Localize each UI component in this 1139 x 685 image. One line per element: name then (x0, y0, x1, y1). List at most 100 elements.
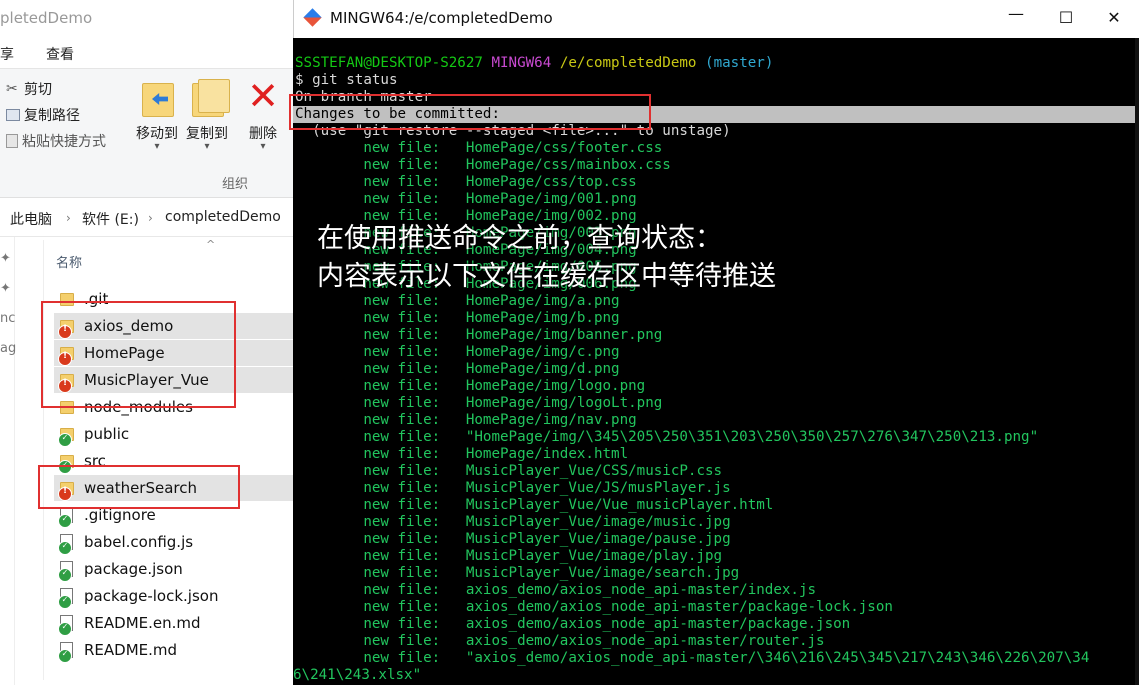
nav-fragment[interactable]: nc (0, 311, 15, 326)
new-file-label: new file: (363, 157, 441, 173)
staged-file-path: "axios_demo/axios_node_api-master/\346\2… (465, 650, 1090, 666)
staged-file-line: new file: HomePage/img/nav.png (295, 412, 637, 429)
navigation-pane[interactable]: ✦ ✦ nc ag (0, 237, 16, 685)
git-clean-badge-icon (58, 595, 72, 609)
prompt-path: /e/completedDemo (559, 55, 697, 71)
file-name: package.json (84, 560, 183, 578)
delete-button[interactable]: ✕ 删除 ▾ (240, 75, 286, 152)
breadcrumb-drive[interactable]: 软件 (E:) (82, 209, 139, 229)
staged-file-path: HomePage/css/mainbox.css (465, 157, 671, 173)
paste-shortcut-label: 粘贴快捷方式 (22, 134, 106, 150)
new-file-label: new file: (363, 174, 441, 190)
terminal-title: MINGW64:/e/completedDemo (330, 9, 553, 27)
staged-file-path: HomePage/img/nav.png (465, 412, 637, 428)
new-file-label: new file: (363, 599, 441, 615)
staged-file-line: new file: MusicPlayer_Vue/Vue_musicPlaye… (295, 497, 773, 514)
file-row[interactable]: babel.config.js (54, 529, 300, 555)
maximize-icon[interactable]: ☐ (1056, 8, 1076, 27)
staged-file-path: axios_demo/axios_node_api-master/package… (465, 616, 851, 632)
explorer-title: pletedDemo (0, 9, 93, 27)
menu-share[interactable]: 享 (0, 44, 14, 64)
new-file-label: new file: (363, 514, 441, 530)
file-name: README.en.md (84, 614, 201, 632)
wrapped-line: 6\241\243.xlsx" (293, 667, 422, 683)
copy-path-button[interactable]: 复制路径 (6, 105, 80, 125)
new-file-label: new file: (363, 650, 441, 666)
pin-icon: ✦ (0, 281, 11, 296)
file-row[interactable]: README.md (54, 637, 300, 663)
menu-view[interactable]: 查看 (46, 44, 74, 64)
new-file-label: new file: (363, 497, 441, 513)
git-clean-badge-icon (58, 649, 72, 663)
annotation-line-2: 内容表示以下文件在缓存区中等待推送 (317, 261, 776, 292)
cut-button[interactable]: ✂ 剪切 (6, 79, 52, 99)
close-icon[interactable]: ✕ (1104, 8, 1124, 27)
staged-file-path: MusicPlayer_Vue/image/play.jpg (465, 548, 723, 564)
staged-file-path: MusicPlayer_Vue/image/search.jpg (465, 565, 740, 581)
annotation-box-modified-folders (41, 301, 236, 408)
delete-icon: ✕ (247, 74, 279, 118)
file-row[interactable]: package-lock.json (54, 583, 300, 609)
staged-file-path: MusicPlayer_Vue/CSS/musicP.css (465, 463, 723, 479)
staged-file-line: new file: HomePage/css/footer.css (295, 140, 662, 157)
staged-file-path: axios_demo/axios_node_api-master/index.j… (465, 582, 817, 598)
explorer-menu-bar: 享 查看 (0, 38, 300, 68)
annotation-box-weathersearch (38, 465, 240, 509)
staged-file-line: new file: MusicPlayer_Vue/image/play.jpg (295, 548, 722, 565)
paste-shortcut-button[interactable]: 粘贴快捷方式 (6, 131, 106, 151)
new-file-label: new file: (363, 548, 441, 564)
breadcrumb[interactable]: 此电脑 › 软件 (E:) › completedDemo (0, 200, 300, 237)
new-file-label: new file: (363, 429, 441, 445)
staged-file-path: MusicPlayer_Vue/image/pause.jpg (465, 531, 731, 547)
git-clean-badge-icon (58, 622, 72, 636)
new-file-label: new file: (363, 412, 441, 428)
scissors-icon: ✂ (6, 81, 18, 97)
cut-label: 剪切 (24, 82, 52, 98)
terminal-window[interactable]: MINGW64:/e/completedDemo — ☐ ✕ SSSTEFAN@… (289, 0, 1139, 685)
prompt-branch: (master) (705, 55, 774, 71)
copy-to-icon (188, 75, 230, 117)
breadcrumb-this-pc[interactable]: 此电脑 (10, 209, 52, 229)
file-name: public (84, 425, 130, 443)
staged-file-line: new file: HomePage/img/logoLt.png (295, 395, 662, 412)
minimize-icon[interactable]: — (1006, 4, 1026, 23)
staged-file-line: new file: HomePage/img/logo.png (295, 378, 645, 395)
copy-to-button[interactable]: 复制到 ▾ (182, 75, 232, 152)
staged-file-line: new file: HomePage/img/banner.png (295, 327, 662, 344)
column-header-name[interactable]: 名称 (56, 252, 82, 271)
new-file-label: new file: (363, 191, 441, 207)
file-name: babel.config.js (84, 533, 194, 551)
file-row[interactable]: package.json (54, 556, 300, 582)
file-row[interactable]: README.en.md (54, 610, 300, 636)
paste-shortcut-icon (6, 134, 18, 148)
staged-file-path: HomePage/img/c.png (465, 344, 620, 360)
git-clean-badge-icon (58, 541, 72, 555)
new-file-label: new file: (363, 446, 441, 462)
chevron-down-icon: ▾ (260, 141, 266, 152)
nav-fragment[interactable]: ag (0, 341, 16, 356)
staged-file-line: new file: axios_demo/axios_node_api-mast… (295, 599, 893, 616)
staged-file-path: "HomePage/img/\345\205\250\351\203\250\3… (465, 429, 1039, 445)
explorer-ribbon: ✂ 剪切 复制路径 粘贴快捷方式 移动到 ▾ 复制到 ▾ ✕ 删除 ▾ 组织 (0, 68, 300, 198)
staged-file-line: new file: MusicPlayer_Vue/JS/musPlayer.j… (295, 480, 730, 497)
new-file-label: new file: (363, 633, 441, 649)
terminal-title-bar[interactable]: MINGW64:/e/completedDemo — ☐ ✕ (293, 0, 1139, 38)
staged-file-path: HomePage/img/logo.png (465, 378, 646, 394)
breadcrumb-folder[interactable]: completedDemo (165, 209, 281, 225)
terminal-output[interactable]: SSSTEFAN@DESKTOP-S2627 MINGW64 /e/comple… (293, 38, 1139, 685)
new-file-label: new file: (363, 140, 441, 156)
move-to-button[interactable]: 移动到 ▾ (132, 75, 182, 152)
file-row[interactable]: public (54, 421, 300, 447)
staged-file-line: new file: HomePage/img/c.png (295, 344, 620, 361)
staged-file-line: new file: MusicPlayer_Vue/image/music.jp… (295, 514, 731, 531)
new-file-label: new file: (363, 531, 441, 547)
file-explorer-window: pletedDemo 享 查看 ✂ 剪切 复制路径 粘贴快捷方式 移动到 ▾ 复… (0, 0, 300, 685)
new-file-label: new file: (363, 395, 441, 411)
file-name: README.md (84, 641, 178, 659)
staged-file-path: axios_demo/axios_node_api-master/package… (465, 599, 893, 615)
command-line: $ git status (295, 72, 398, 88)
staged-file-line: new file: "axios_demo/axios_node_api-mas… (295, 650, 1089, 667)
staged-file-path: HomePage/img/banner.png (465, 327, 663, 343)
terminal-scrollbar[interactable] (1135, 38, 1139, 685)
staged-file-path: MusicPlayer_Vue/image/music.jpg (465, 514, 731, 530)
